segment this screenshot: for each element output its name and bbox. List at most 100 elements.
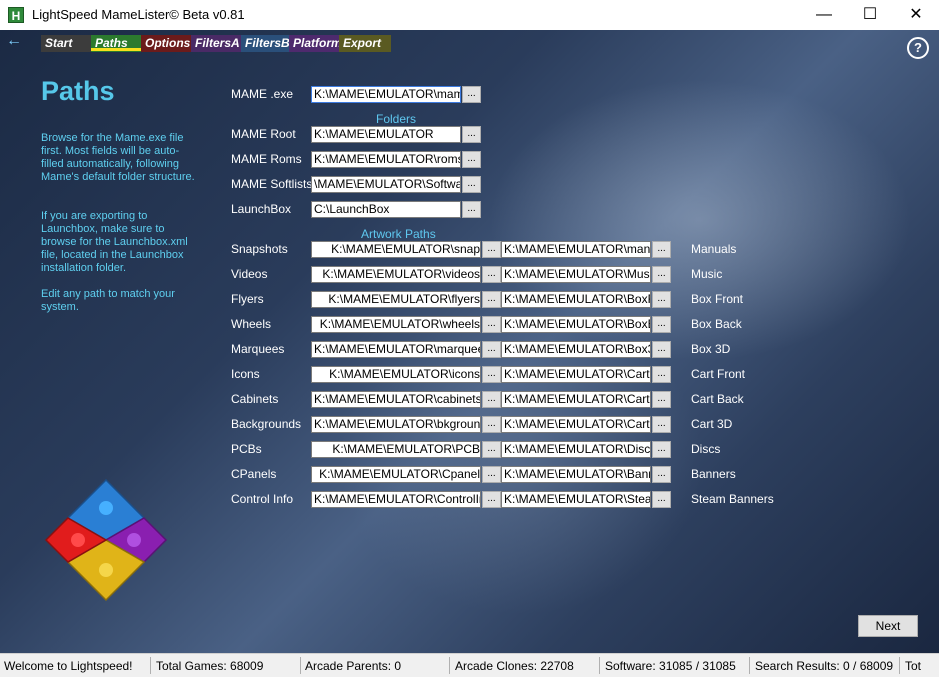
marquees-browse-button[interactable]: ... — [482, 341, 501, 358]
music-label: Music — [691, 267, 723, 281]
next-button[interactable]: Next — [858, 615, 918, 637]
cabinets-label: Cabinets — [231, 392, 279, 406]
tab-export[interactable]: Export — [339, 35, 391, 52]
banners-browse-button[interactable]: ... — [652, 466, 671, 483]
mame-exe-label: MAME .exe — [231, 87, 294, 101]
music-browse-button[interactable]: ... — [652, 266, 671, 283]
banners-label: Banners — [691, 467, 736, 481]
mame-softlists-label: MAME Softlists — [231, 177, 313, 191]
steam-banners-browse-button[interactable]: ... — [652, 491, 671, 508]
videos-browse-button[interactable]: ... — [482, 266, 501, 283]
cart-back-field[interactable]: K:\MAME\EMULATOR\CartBack — [501, 391, 651, 408]
help-text-browse: Browse for the Mame.exe file first. Most… — [41, 132, 195, 183]
box-3d-browse-button[interactable]: ... — [652, 341, 671, 358]
icons-field[interactable]: K:\MAME\EMULATOR\icons — [311, 366, 481, 383]
tab-options[interactable]: Options — [141, 35, 191, 52]
cart-3d-field[interactable]: K:\MAME\EMULATOR\Cart3D — [501, 416, 651, 433]
control-info-browse-button[interactable]: ... — [482, 491, 501, 508]
manuals-field[interactable]: K:\MAME\EMULATOR\manuals — [501, 241, 651, 258]
cart-front-field[interactable]: K:\MAME\EMULATOR\CartFront — [501, 366, 651, 383]
cpanels-browse-button[interactable]: ... — [482, 466, 501, 483]
title-bar: H LightSpeed MameLister© Beta v0.81 — ☐ … — [0, 0, 939, 30]
cart-back-browse-button[interactable]: ... — [652, 391, 671, 408]
snapshots-label: Snapshots — [231, 242, 288, 256]
mame-roms-field[interactable]: K:\MAME\EMULATOR\roms — [311, 151, 461, 168]
wheels-label: Wheels — [231, 317, 272, 331]
mame-exe-browse-button[interactable]: ... — [462, 86, 481, 103]
launchbox-browse-button[interactable]: ... — [462, 201, 481, 218]
close-button[interactable]: ✕ — [893, 0, 939, 30]
backgrounds-browse-button[interactable]: ... — [482, 416, 501, 433]
artwork-paths-header: Artwork Paths — [361, 227, 436, 241]
banners-field[interactable]: K:\MAME\EMULATOR\Banners — [501, 466, 651, 483]
mame-exe-field[interactable]: K:\MAME\EMULATOR\mame — [311, 86, 461, 103]
tab-platform[interactable]: Platform — [289, 35, 342, 52]
wheels-browse-button[interactable]: ... — [482, 316, 501, 333]
music-field[interactable]: K:\MAME\EMULATOR\Music — [501, 266, 651, 283]
launchbox-field[interactable]: C:\LaunchBox — [311, 201, 461, 218]
control-info-label: Control Info — [231, 492, 294, 506]
help-text-edit: Edit any path to match your system. — [41, 288, 175, 313]
flyers-field[interactable]: K:\MAME\EMULATOR\flyers — [311, 291, 481, 308]
status-tot: Tot — [905, 659, 922, 673]
status-arcade-clones: Arcade Clones: 22708 — [455, 659, 574, 673]
mame-root-browse-button[interactable]: ... — [462, 126, 481, 143]
minimize-button[interactable]: — — [801, 0, 847, 30]
snapshots-browse-button[interactable]: ... — [482, 241, 501, 258]
active-tab-indicator — [91, 48, 141, 51]
snapshots-field[interactable]: K:\MAME\EMULATOR\snap — [311, 241, 481, 258]
tab-start[interactable]: Start — [41, 35, 91, 52]
discs-label: Discs — [691, 442, 721, 456]
marquees-field[interactable]: K:\MAME\EMULATOR\marquees — [311, 341, 481, 358]
pcbs-browse-button[interactable]: ... — [482, 441, 501, 458]
maximize-button[interactable]: ☐ — [847, 0, 893, 30]
launchbox-label: LaunchBox — [231, 202, 292, 216]
cart-3d-label: Cart 3D — [691, 417, 733, 431]
icons-browse-button[interactable]: ... — [482, 366, 501, 383]
help-icon[interactable]: ? — [907, 37, 929, 59]
cart-back-label: Cart Back — [691, 392, 744, 406]
status-divider — [449, 657, 450, 674]
backgrounds-label: Backgrounds — [231, 417, 302, 431]
cart-3d-browse-button[interactable]: ... — [652, 416, 671, 433]
steam-banners-field[interactable]: K:\MAME\EMULATOR\SteamBanners — [501, 491, 651, 508]
flyers-label: Flyers — [231, 292, 264, 306]
box-back-field[interactable]: K:\MAME\EMULATOR\BoxBack — [501, 316, 651, 333]
box-front-browse-button[interactable]: ... — [652, 291, 671, 308]
status-arcade-parents: Arcade Parents: 0 — [305, 659, 402, 673]
mame-softlists-browse-button[interactable]: ... — [462, 176, 481, 193]
help-text-launchbox: If you are exporting to Launchbox, make … — [41, 210, 188, 274]
status-divider — [749, 657, 750, 674]
page-title: Paths — [41, 76, 115, 106]
cpanels-field[interactable]: K:\MAME\EMULATOR\Cpanel — [311, 466, 481, 483]
videos-field[interactable]: K:\MAME\EMULATOR\videos — [311, 266, 481, 283]
box-back-browse-button[interactable]: ... — [652, 316, 671, 333]
manuals-browse-button[interactable]: ... — [652, 241, 671, 258]
box-3d-field[interactable]: K:\MAME\EMULATOR\Box3D — [501, 341, 651, 358]
box-front-field[interactable]: K:\MAME\EMULATOR\BoxFront — [501, 291, 651, 308]
status-total-games: Total Games: 68009 — [156, 659, 264, 673]
pcbs-field[interactable]: K:\MAME\EMULATOR\PCB — [311, 441, 481, 458]
cart-front-browse-button[interactable]: ... — [652, 366, 671, 383]
cabinets-field[interactable]: K:\MAME\EMULATOR\cabinets — [311, 391, 481, 408]
app-icon: H — [8, 7, 24, 23]
discs-browse-button[interactable]: ... — [652, 441, 671, 458]
box-3d-label: Box 3D — [691, 342, 731, 356]
mame-softlists-field[interactable]: \MAME\EMULATOR\SoftwareLists — [311, 176, 461, 193]
mame-roms-browse-button[interactable]: ... — [462, 151, 481, 168]
wheels-field[interactable]: K:\MAME\EMULATOR\wheels — [311, 316, 481, 333]
tab-filtersa[interactable]: FiltersA — [191, 35, 241, 52]
control-info-field[interactable]: K:\MAME\EMULATOR\ControlInfo — [311, 491, 481, 508]
tab-filtersb[interactable]: FiltersB — [241, 35, 290, 52]
backgrounds-field[interactable]: K:\MAME\EMULATOR\bkground — [311, 416, 481, 433]
status-divider — [150, 657, 151, 674]
videos-label: Videos — [231, 267, 268, 281]
status-search-results: Search Results: 0 / 68009 — [755, 659, 894, 673]
mame-root-field[interactable]: K:\MAME\EMULATOR — [311, 126, 461, 143]
cabinets-browse-button[interactable]: ... — [482, 391, 501, 408]
status-divider — [899, 657, 900, 674]
back-arrow-icon[interactable]: ← — [6, 32, 22, 50]
pcbs-label: PCBs — [231, 442, 262, 456]
discs-field[interactable]: K:\MAME\EMULATOR\Discs — [501, 441, 651, 458]
flyers-browse-button[interactable]: ... — [482, 291, 501, 308]
